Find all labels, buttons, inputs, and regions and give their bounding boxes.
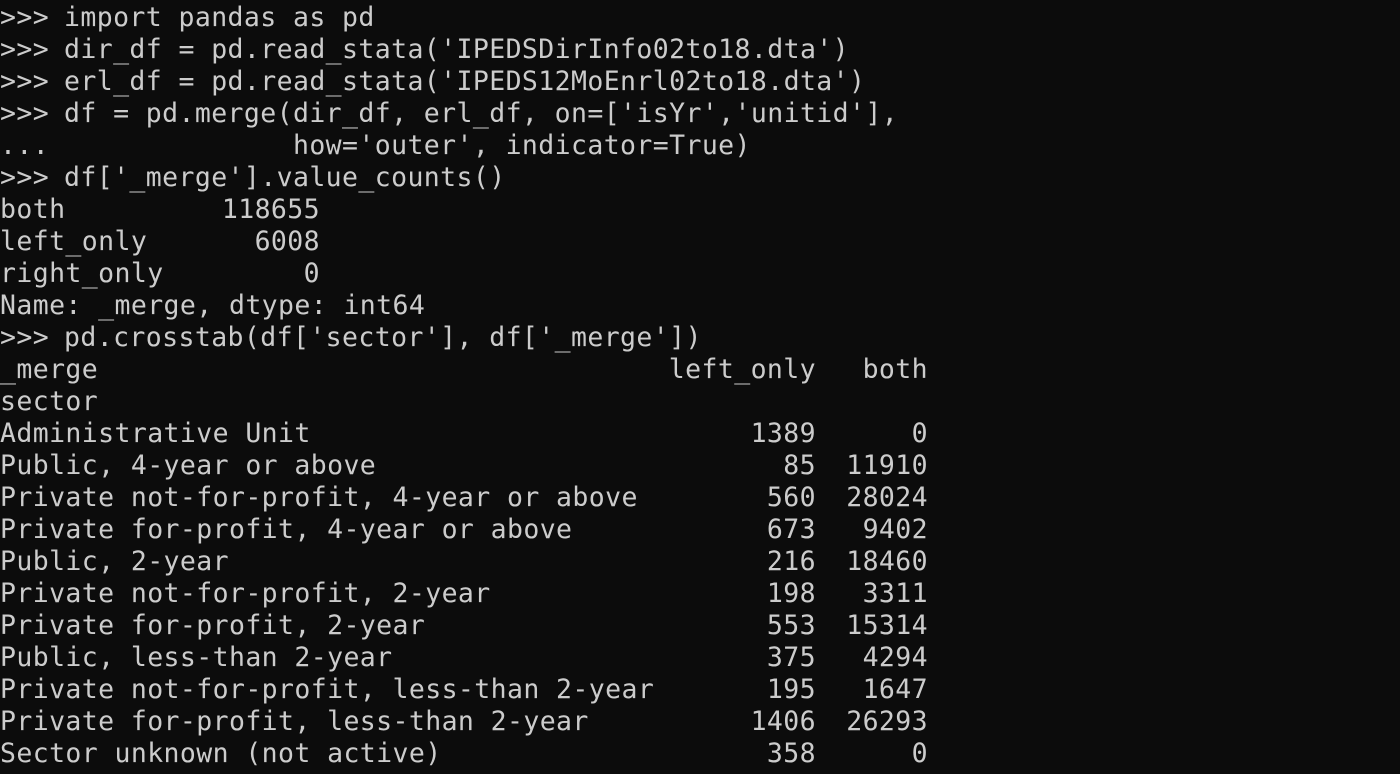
crosstab-row: Private not-for-profit, less-than 2-year… [0, 674, 928, 706]
prompt: >>> [0, 34, 50, 65]
sector-label: Private for-profit, less-than 2-year [0, 706, 589, 737]
value-counts-row: both 118655 [0, 194, 320, 226]
sector-label: Public, 4-year or above [0, 450, 377, 481]
both-count: 18460 [846, 546, 928, 577]
left-only-count: 375 [766, 642, 816, 673]
both-count: 1647 [862, 674, 928, 705]
value-counts-label: right_only [0, 258, 164, 289]
left-only-count: 1406 [750, 706, 816, 737]
both-count: 26293 [846, 706, 928, 737]
continuation-prompt: ... [0, 130, 50, 161]
crosstab-row: Private for-profit, 2-year 553 15314 [0, 610, 928, 642]
prompt: >>> [0, 2, 50, 33]
command-text: pd.crosstab(df['sector'], df['_merge']) [64, 322, 702, 353]
command-line: >>> df = pd.merge(dir_df, erl_df, on=['i… [0, 98, 898, 130]
value-counts-label: both [0, 194, 66, 225]
both-count: 11910 [846, 450, 928, 481]
crosstab-row: Private not-for-profit, 4-year or above … [0, 482, 928, 514]
value-counts-value: 118655 [221, 194, 320, 225]
command-line: >>> erl_df = pd.read_stata('IPEDS12MoEnr… [0, 66, 865, 98]
left-only-count: 1389 [750, 418, 816, 449]
left-only-count: 85 [783, 450, 816, 481]
sector-label: Private for-profit, 2-year [0, 610, 426, 641]
crosstab-row: Public, 4-year or above 85 11910 [0, 450, 928, 482]
prompt: >>> [0, 162, 50, 193]
left-only-count: 673 [766, 514, 816, 545]
sector-label: Private not-for-profit, less-than 2-year [0, 674, 655, 705]
crosstab-column-header-left-only: left_only [668, 354, 816, 385]
command-line: >>> df['_merge'].value_counts() [0, 162, 505, 194]
crosstab-row: Private for-profit, less-than 2-year 140… [0, 706, 928, 738]
crosstab-row: Public, 2-year 216 18460 [0, 546, 928, 578]
left-only-count: 198 [766, 578, 816, 609]
command-text: erl_df = pd.read_stata('IPEDS12MoEnrl02t… [64, 66, 866, 97]
both-count: 0 [911, 738, 928, 769]
command-text: import pandas as pd [64, 2, 375, 33]
value-counts-value: 0 [303, 258, 320, 289]
both-count: 15314 [846, 610, 928, 641]
left-only-count: 195 [766, 674, 816, 705]
crosstab-row: Administrative Unit 1389 0 [0, 418, 928, 450]
value-counts-footer: Name: _merge, dtype: int64 [0, 290, 425, 322]
continuation-line: ... how='outer', indicator=True) [0, 130, 750, 162]
crosstab-row: Private for-profit, 4-year or above 673 … [0, 514, 928, 546]
sector-label: Private not-for-profit, 4-year or above [0, 482, 638, 513]
command-text: df = pd.merge(dir_df, erl_df, on=['isYr'… [64, 98, 899, 129]
crosstab-columns-name: _merge [0, 354, 99, 385]
command-text: dir_df = pd.read_stata('IPEDSDirInfo02to… [64, 34, 850, 65]
left-only-count: 553 [766, 610, 816, 641]
sector-label: Private not-for-profit, 2-year [0, 578, 491, 609]
command-text: df['_merge'].value_counts() [64, 162, 506, 193]
value-counts-row: left_only 6008 [0, 226, 320, 258]
crosstab-row: Public, less-than 2-year 375 4294 [0, 642, 928, 674]
terminal-output[interactable]: >>> import pandas as pd >>> dir_df = pd.… [0, 0, 1400, 774]
value-counts-value: 6008 [254, 226, 320, 257]
crosstab-index-name: sector [0, 386, 99, 417]
sector-label: Public, less-than 2-year [0, 642, 393, 673]
value-counts-label: left_only [0, 226, 148, 257]
command-line: >>> dir_df = pd.read_stata('IPEDSDirInfo… [0, 34, 849, 66]
command-line: >>> import pandas as pd [0, 2, 374, 34]
both-count: 0 [911, 418, 928, 449]
command-text: how='outer', indicator=True) [64, 130, 751, 161]
sector-label: Administrative Unit [0, 418, 311, 449]
prompt: >>> [0, 98, 50, 129]
prompt: >>> [0, 322, 50, 353]
crosstab-index-name-row: sector [0, 386, 98, 418]
left-only-count: 358 [766, 738, 816, 769]
crosstab-row: Private not-for-profit, 2-year 198 3311 [0, 578, 928, 610]
crosstab-header-row: _merge left_only both [0, 354, 928, 386]
crosstab-row: Sector unknown (not active) 358 0 [0, 738, 928, 770]
sector-label: Public, 2-year [0, 546, 229, 577]
value-counts-row: right_only 0 [0, 258, 320, 290]
left-only-count: 560 [766, 482, 816, 513]
command-line: >>> pd.crosstab(df['sector'], df['_merge… [0, 322, 701, 354]
both-count: 4294 [862, 642, 928, 673]
both-count: 28024 [846, 482, 928, 513]
both-count: 9402 [862, 514, 928, 545]
prompt: >>> [0, 66, 50, 97]
crosstab-column-header-both: both [862, 354, 928, 385]
sector-label: Private for-profit, 4-year or above [0, 514, 573, 545]
sector-label: Sector unknown (not active) [0, 738, 442, 769]
both-count: 3311 [862, 578, 928, 609]
dtype-info: Name: _merge, dtype: int64 [0, 290, 426, 321]
left-only-count: 216 [766, 546, 816, 577]
